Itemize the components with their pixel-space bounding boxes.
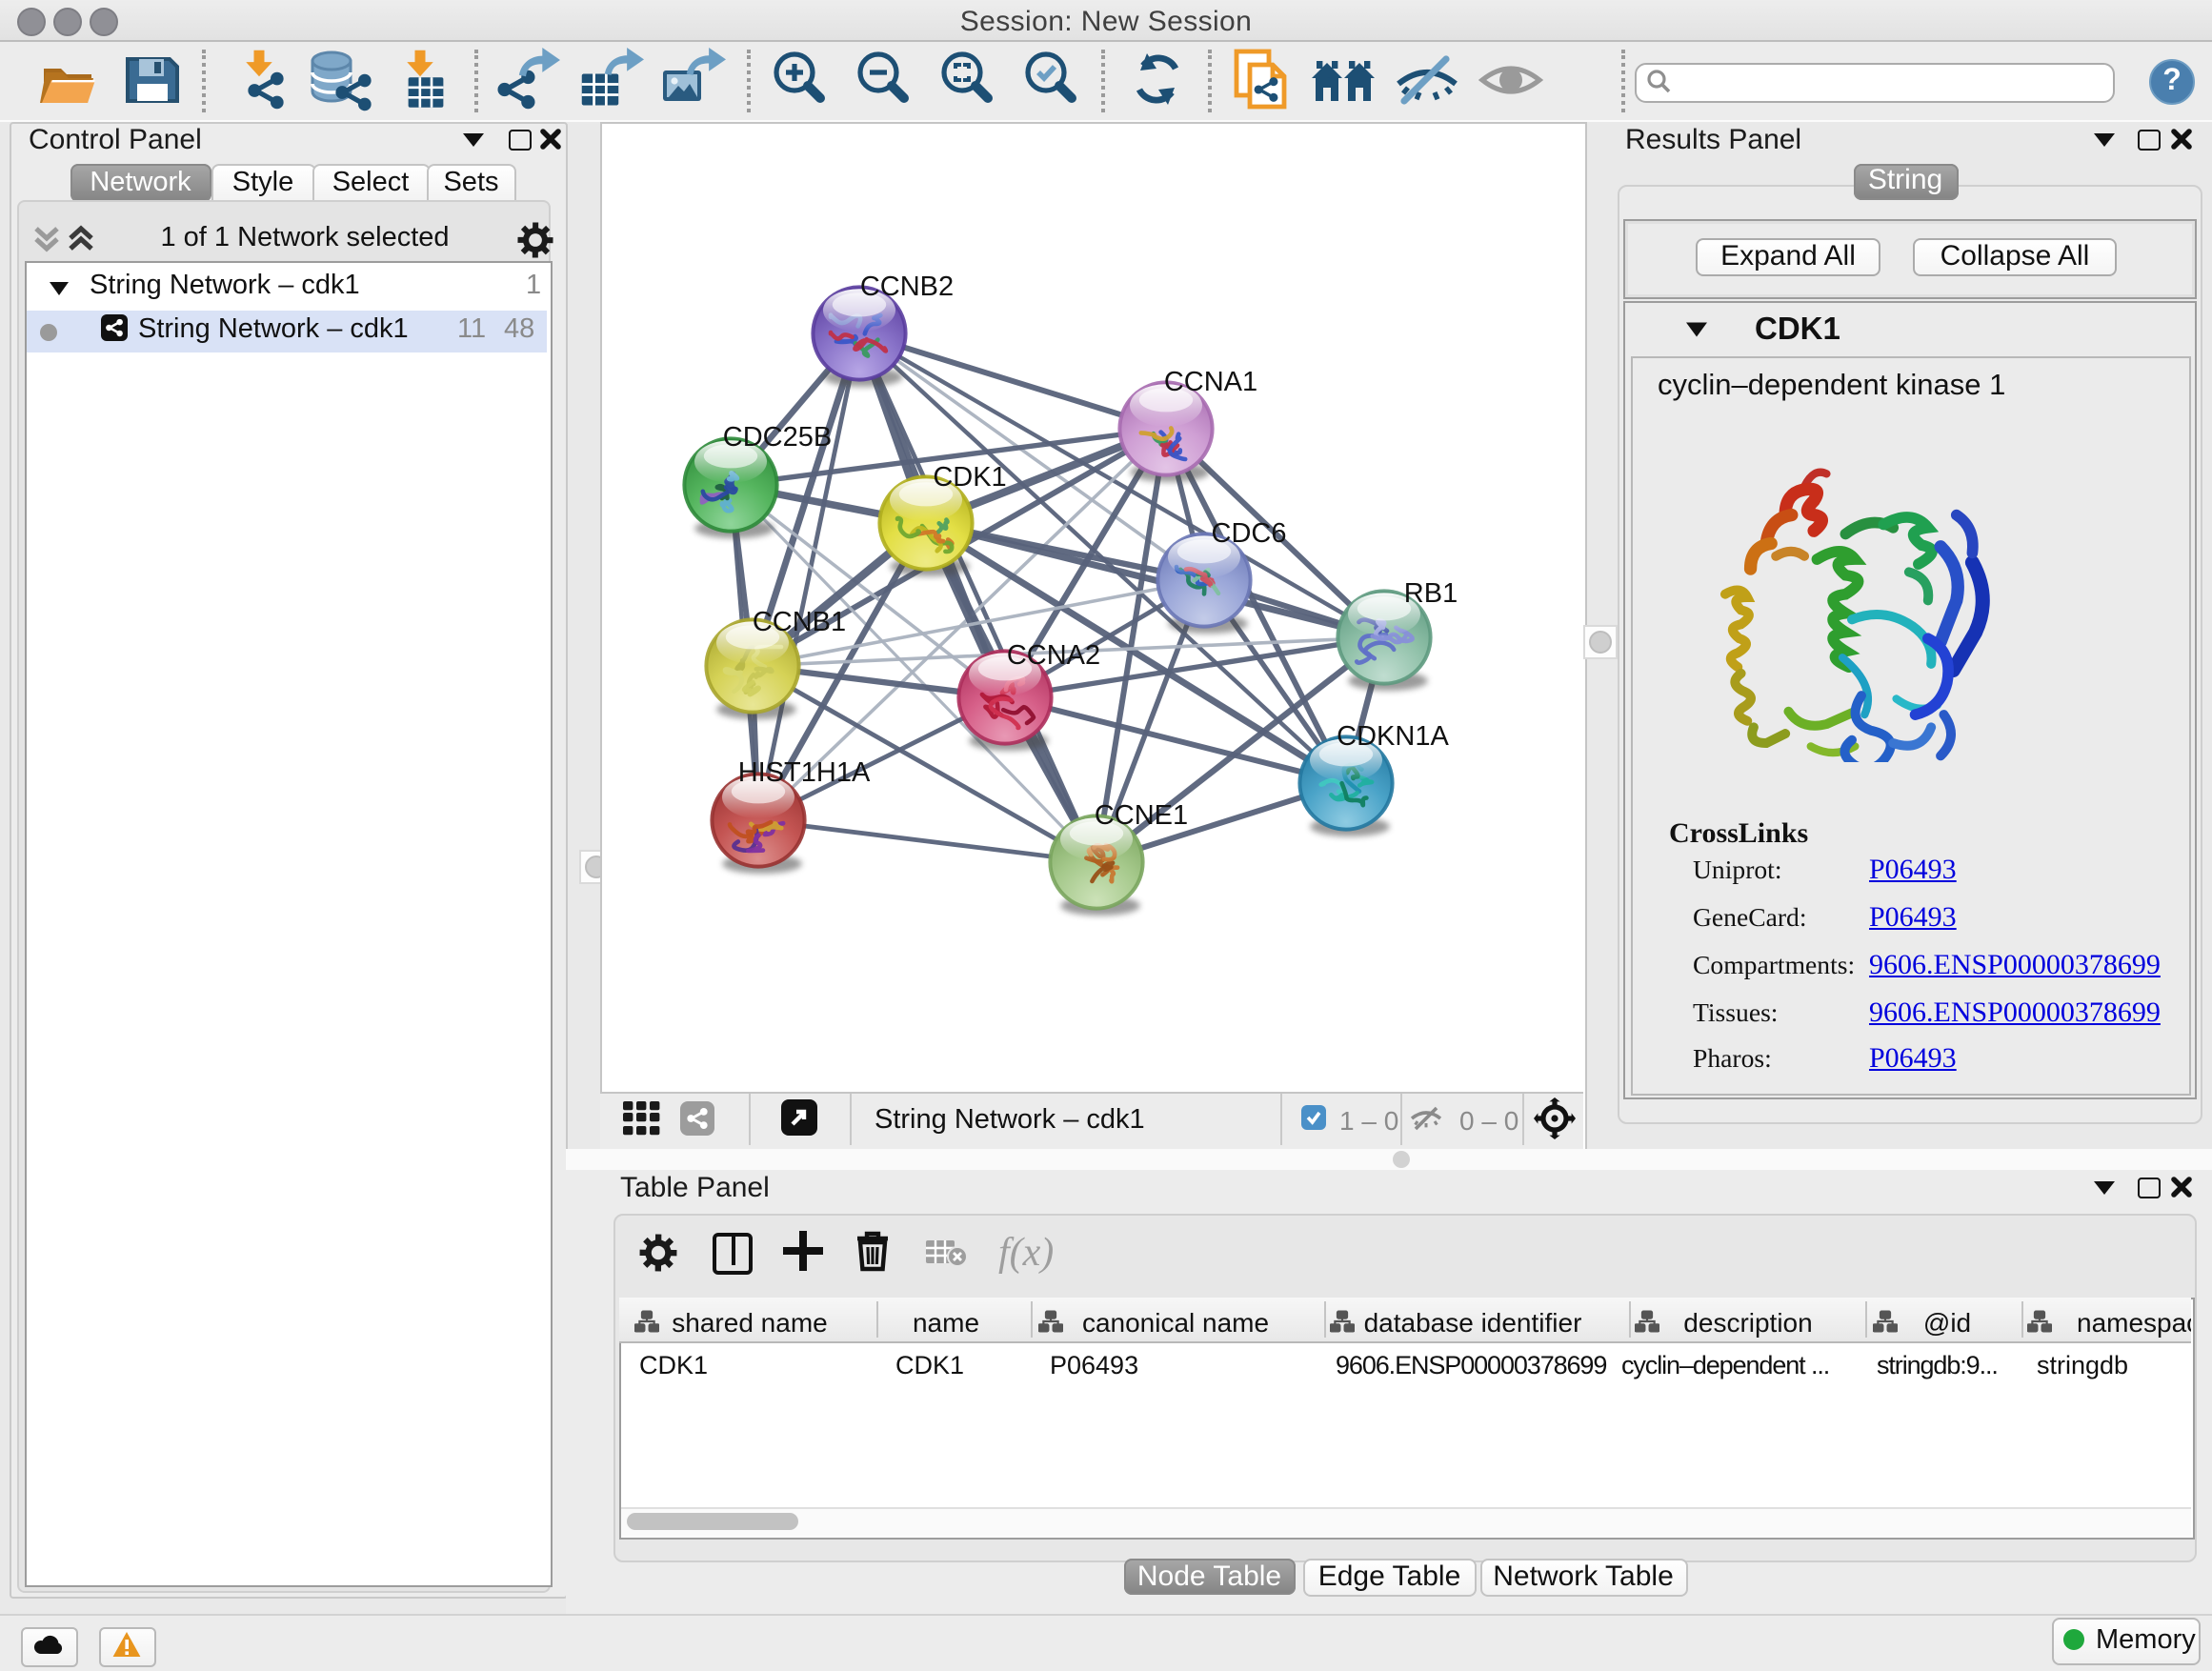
- svg-text:CCNA2: CCNA2: [1007, 639, 1100, 670]
- svg-text:CDK1: CDK1: [933, 461, 1006, 492]
- svg-text:CCNB2: CCNB2: [860, 271, 954, 301]
- svg-text:CCNB1: CCNB1: [753, 606, 846, 636]
- svg-text:CDKN1A: CDKN1A: [1337, 720, 1449, 751]
- svg-text:CCNA1: CCNA1: [1164, 366, 1257, 396]
- svg-text:HIST1H1A: HIST1H1A: [738, 756, 871, 787]
- svg-text:RB1: RB1: [1404, 577, 1458, 608]
- svg-text:CDC6: CDC6: [1212, 517, 1287, 548]
- svg-text:CCNE1: CCNE1: [1095, 799, 1188, 830]
- svg-text:CDC25B: CDC25B: [723, 421, 832, 452]
